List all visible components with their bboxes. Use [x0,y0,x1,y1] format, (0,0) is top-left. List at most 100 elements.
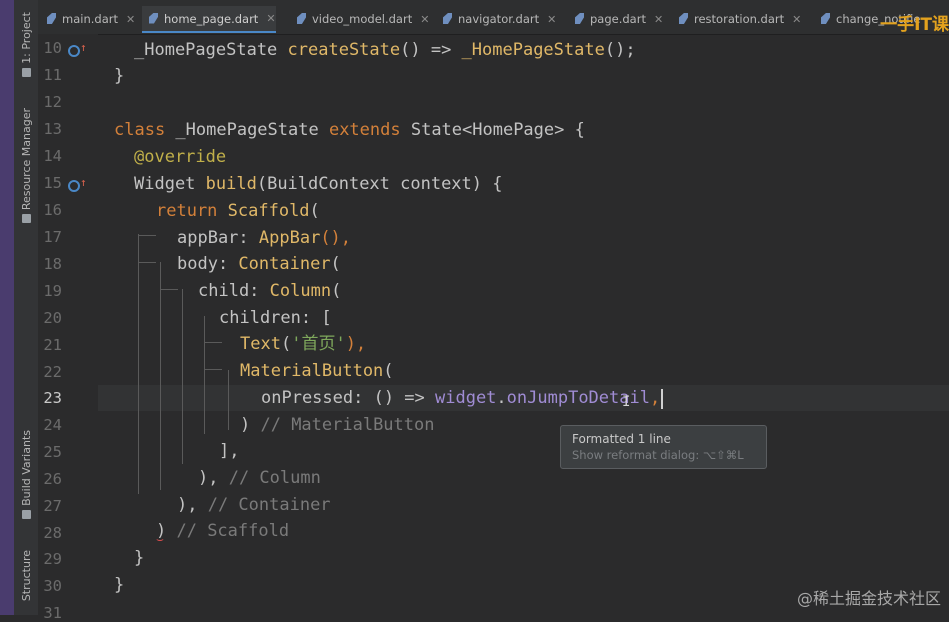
code-line-26: ), // Column [198,468,321,488]
structure-label: Structure [19,550,33,602]
line-number: 25 [43,443,62,461]
indent-guide [160,289,178,290]
tab-label: navigator.dart [458,12,540,26]
line-number-gutter: 10 11 12 13 14 15 16 17 18 19 20 21 22 2… [38,34,98,622]
resource-manager-tab[interactable]: Resource Manager [14,108,38,224]
code-line-22: MaterialButton( [240,361,394,381]
dart-file-icon [442,13,454,25]
code-line-24: ) // MaterialButton [240,415,435,435]
indent-guide [138,235,156,236]
line-number: 20 [43,309,62,327]
line-number: 30 [43,577,62,595]
code-line-30: } [114,575,125,595]
mouse-ibeam-cursor: I [622,394,631,410]
indent-guide [138,262,156,263]
indent-guide [160,262,161,490]
dart-file-icon [574,13,586,25]
indent-guide [204,369,222,370]
line-number: 18 [43,255,62,273]
tab-label: restoration.dart [694,12,785,26]
structure-tab[interactable]: Structure [14,550,38,601]
tab-page-dart[interactable]: page.dart ✕ [568,6,663,32]
project-tool-tab[interactable]: 1: Project [14,12,38,77]
tooltip-hint[interactable]: Show reformat dialog: ⌥⇧⌘L [572,448,744,462]
line-number: 31 [43,604,62,622]
dart-file-icon [46,13,58,25]
tab-restoration-dart[interactable]: restoration.dart ✕ [672,6,801,32]
code-line-28: ) // Scaffold [156,521,290,541]
close-icon[interactable]: ✕ [654,13,663,26]
build-variants-tab[interactable]: Build Variants [14,430,38,519]
close-icon[interactable]: ✕ [792,13,801,26]
line-number: 26 [43,470,62,488]
line-number: 19 [43,282,62,300]
line-number-current: 23 [43,389,62,407]
tab-label: page.dart [590,12,646,26]
code-line-21: Text('首页'), [240,334,367,354]
indent-guide [204,316,205,434]
code-line-19: child: Column( [198,281,342,301]
code-line-20: children: [ [219,308,332,328]
code-line-10: _HomePageState createState() => _HomePag… [134,40,636,60]
code-line-17: appBar: AppBar(), [177,228,352,248]
dart-file-icon [148,13,160,25]
editor-tab-bar: main.dart ✕ home_page.dart ✕ video_model… [38,0,949,35]
tab-main-dart[interactable]: main.dart ✕ [40,6,135,32]
code-line-16: return Scaffold( [156,201,320,221]
code-line-23: onPressed: () => widget.onJumpToDetail, [261,388,661,408]
code-line-27: ), // Container [177,495,331,515]
build-variants-label: Build Variants [19,430,33,506]
code-line-29: } [134,548,145,568]
indent-guide [138,234,139,494]
line-number: 27 [43,497,62,515]
code-editor[interactable]: _HomePageState createState() => _HomePag… [98,34,949,615]
tab-video-model-dart[interactable]: video_model.dart ✕ [290,6,429,32]
left-tool-strip: 1: Project Resource Manager Build Varian… [14,0,39,615]
code-line-25: ], [219,441,240,461]
line-number: 24 [43,416,62,434]
text-caret [661,389,663,409]
tab-label: video_model.dart [312,12,413,26]
tab-label: main.dart [62,12,118,26]
format-tooltip: Formatted 1 line Show reformat dialog: ⌥… [560,425,767,469]
line-number: 11 [43,66,62,84]
override-icon[interactable]: ↑ [68,176,87,193]
code-line-15: Widget build(BuildContext context) { [134,174,503,194]
line-number: 29 [43,550,62,568]
dart-file-icon [820,13,832,25]
indent-guide [228,370,229,430]
line-number: 16 [43,201,62,219]
dart-file-icon [296,13,308,25]
line-number: 12 [43,93,62,111]
tab-navigator-dart[interactable]: navigator.dart ✕ [436,6,556,32]
tab-label: home_page.dart [164,11,259,26]
site-watermark: @稀土掘金技术社区 [796,589,941,608]
folder-icon [21,67,31,77]
build-icon [21,509,31,519]
line-number: 13 [43,120,62,138]
tooltip-title: Formatted 1 line [572,432,671,446]
indent-guide [182,289,183,464]
line-number: 28 [43,524,62,542]
indent-guide [204,342,222,343]
override-icon[interactable]: ↑ [68,41,87,58]
close-icon[interactable]: ✕ [126,13,135,26]
line-number: 10 [43,39,62,57]
dart-file-icon [678,13,690,25]
code-line-11: } [114,66,125,86]
resource-manager-label: Resource Manager [19,108,33,211]
close-icon[interactable]: ✕ [547,13,556,26]
close-icon[interactable]: ✕ [266,12,275,25]
channel-watermark: 一手IT课 [880,15,949,35]
tab-home-page-dart[interactable]: home_page.dart ✕ [142,6,276,33]
line-number: 22 [43,363,62,381]
line-number: 15 [43,174,62,192]
project-tool-label: 1: Project [19,12,33,64]
close-icon[interactable]: ✕ [420,13,429,26]
line-number: 17 [43,228,62,246]
resource-icon [21,214,31,224]
code-line-18: body: Container( [177,254,341,274]
code-line-14: @override [134,147,227,167]
code-line-13: class _HomePageState extends State<HomeP… [114,120,585,140]
window-edge [0,0,14,615]
